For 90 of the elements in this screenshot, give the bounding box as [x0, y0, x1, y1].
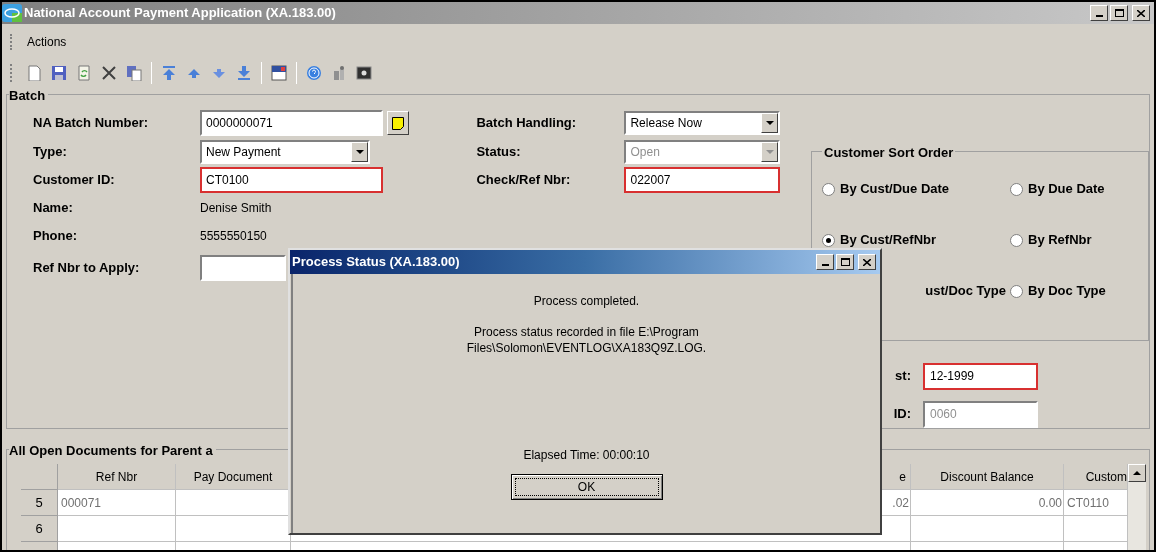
- field-label: Status:: [476, 143, 521, 159]
- field-value: 0060: [930, 406, 957, 423]
- maximize-button[interactable]: [1110, 5, 1128, 21]
- minimize-icon: [1095, 15, 1103, 17]
- table-cell: CT0110: [1064, 490, 1128, 516]
- column-header[interactable]: Custom: [1064, 464, 1128, 490]
- radio-label: By Doc Type: [1028, 282, 1106, 301]
- field-label: Type:: [33, 143, 67, 159]
- scroll-up-button[interactable]: [1128, 464, 1146, 482]
- field-label: Ref Nbr to Apply:: [33, 260, 140, 276]
- dropdown-arrow-icon: [765, 149, 774, 154]
- scrollbar[interactable]: [1128, 464, 1146, 550]
- maximize-icon: [1114, 9, 1124, 17]
- message-text: Process completed.: [533, 293, 640, 310]
- note-icon: [392, 116, 404, 130]
- close-icon: [863, 258, 871, 266]
- close-button[interactable]: [1132, 5, 1150, 21]
- radio-button[interactable]: [822, 182, 835, 196]
- row-header: 6: [21, 516, 58, 542]
- new-document-icon[interactable]: [26, 65, 42, 81]
- input-field[interactable]: CT0100: [200, 167, 383, 193]
- table-cell: 0.00: [911, 490, 1064, 516]
- column-header[interactable]: Ref Nbr: [58, 464, 176, 490]
- first-icon[interactable]: [161, 65, 177, 81]
- radio-button[interactable]: [822, 233, 835, 247]
- maximize-button[interactable]: [836, 254, 854, 270]
- tools-icon[interactable]: [331, 65, 347, 81]
- dropdown[interactable]: Release Now: [624, 111, 781, 135]
- field-label: NA Batch Number:: [33, 115, 149, 131]
- save-icon[interactable]: [51, 65, 67, 81]
- maximize-icon: [840, 258, 850, 266]
- field-label: ID:: [893, 405, 911, 424]
- message-text: Process status recorded in file E:\Program Files\Solomon\EVENTLOG\XA183Q9Z.LOG.: [465, 324, 708, 356]
- radio-button[interactable]: [1010, 284, 1023, 298]
- minimize-icon: [821, 264, 829, 266]
- input-field[interactable]: 0000000071: [200, 110, 383, 136]
- screen-icon[interactable]: [356, 65, 372, 81]
- field-label: Phone:: [33, 227, 78, 243]
- ok-button[interactable]: OK: [510, 474, 663, 500]
- minimize-button[interactable]: [1090, 5, 1108, 21]
- field-value: New Payment: [206, 143, 281, 161]
- radio-button[interactable]: [1010, 182, 1023, 196]
- radio-button[interactable]: [1010, 233, 1023, 247]
- last-icon[interactable]: [236, 65, 252, 81]
- close-icon: [1137, 9, 1145, 17]
- copy-icon[interactable]: [126, 65, 142, 81]
- field-label: Customer ID:: [33, 172, 115, 188]
- field-label: st:: [895, 367, 911, 386]
- note-button[interactable]: [387, 111, 409, 135]
- column-header[interactable]: Discount Balance: [911, 464, 1064, 490]
- refresh-icon[interactable]: [76, 65, 92, 81]
- field-label: Name:: [33, 200, 73, 216]
- window-icon[interactable]: [271, 65, 287, 81]
- field-value: 022007: [630, 172, 671, 189]
- help-icon[interactable]: [306, 65, 322, 81]
- table-cell: [1064, 516, 1128, 542]
- radio-label: By RefNbr: [1028, 231, 1092, 250]
- table-cell: 000071: [58, 490, 176, 516]
- dropdown-arrow-icon: [355, 149, 364, 154]
- field-value: CT0100: [206, 172, 249, 189]
- row-header: 5: [21, 490, 58, 516]
- radio-label: ust/Doc Type: [925, 282, 1006, 301]
- field-value: Open: [630, 143, 660, 161]
- window-title: National Account Payment Application (XA.183.00): [24, 4, 336, 23]
- input-field[interactable]: 022007: [624, 167, 781, 193]
- field-value: Denise Smith: [200, 200, 272, 217]
- app-icon: [2, 4, 22, 22]
- radio-label: By Cust/Due Date: [840, 180, 950, 199]
- delete-icon[interactable]: [101, 65, 117, 81]
- dialog-title: Process Status (XA.183.00): [292, 253, 460, 272]
- input-field[interactable]: [200, 255, 286, 281]
- radio-label: By Due Date: [1028, 180, 1105, 199]
- field-value: 12-1999: [930, 368, 975, 385]
- column-header[interactable]: e: [881, 464, 911, 490]
- field-label: Check/Ref Nbr:: [476, 172, 571, 188]
- dropdown[interactable]: New Payment: [200, 139, 370, 164]
- radio-label: By Cust/RefNbr: [840, 231, 937, 250]
- field-value: 5555550150: [200, 227, 267, 245]
- up-arrow-icon: [1133, 471, 1141, 475]
- dropdown-arrow-icon: [765, 121, 774, 125]
- menu-item[interactable]: Actions: [27, 33, 67, 51]
- minimize-button[interactable]: [816, 254, 834, 270]
- elapsed-time: Elapsed Time: 00:00:10: [523, 447, 650, 464]
- table-cell: .02: [881, 490, 911, 516]
- table-cell: [881, 516, 911, 542]
- close-button[interactable]: [858, 254, 876, 270]
- input-field[interactable]: 12-1999: [923, 362, 1038, 390]
- field-value: 0000000071: [206, 115, 273, 132]
- field-value: Release Now: [630, 115, 702, 132]
- field-label: Batch Handling:: [476, 115, 577, 131]
